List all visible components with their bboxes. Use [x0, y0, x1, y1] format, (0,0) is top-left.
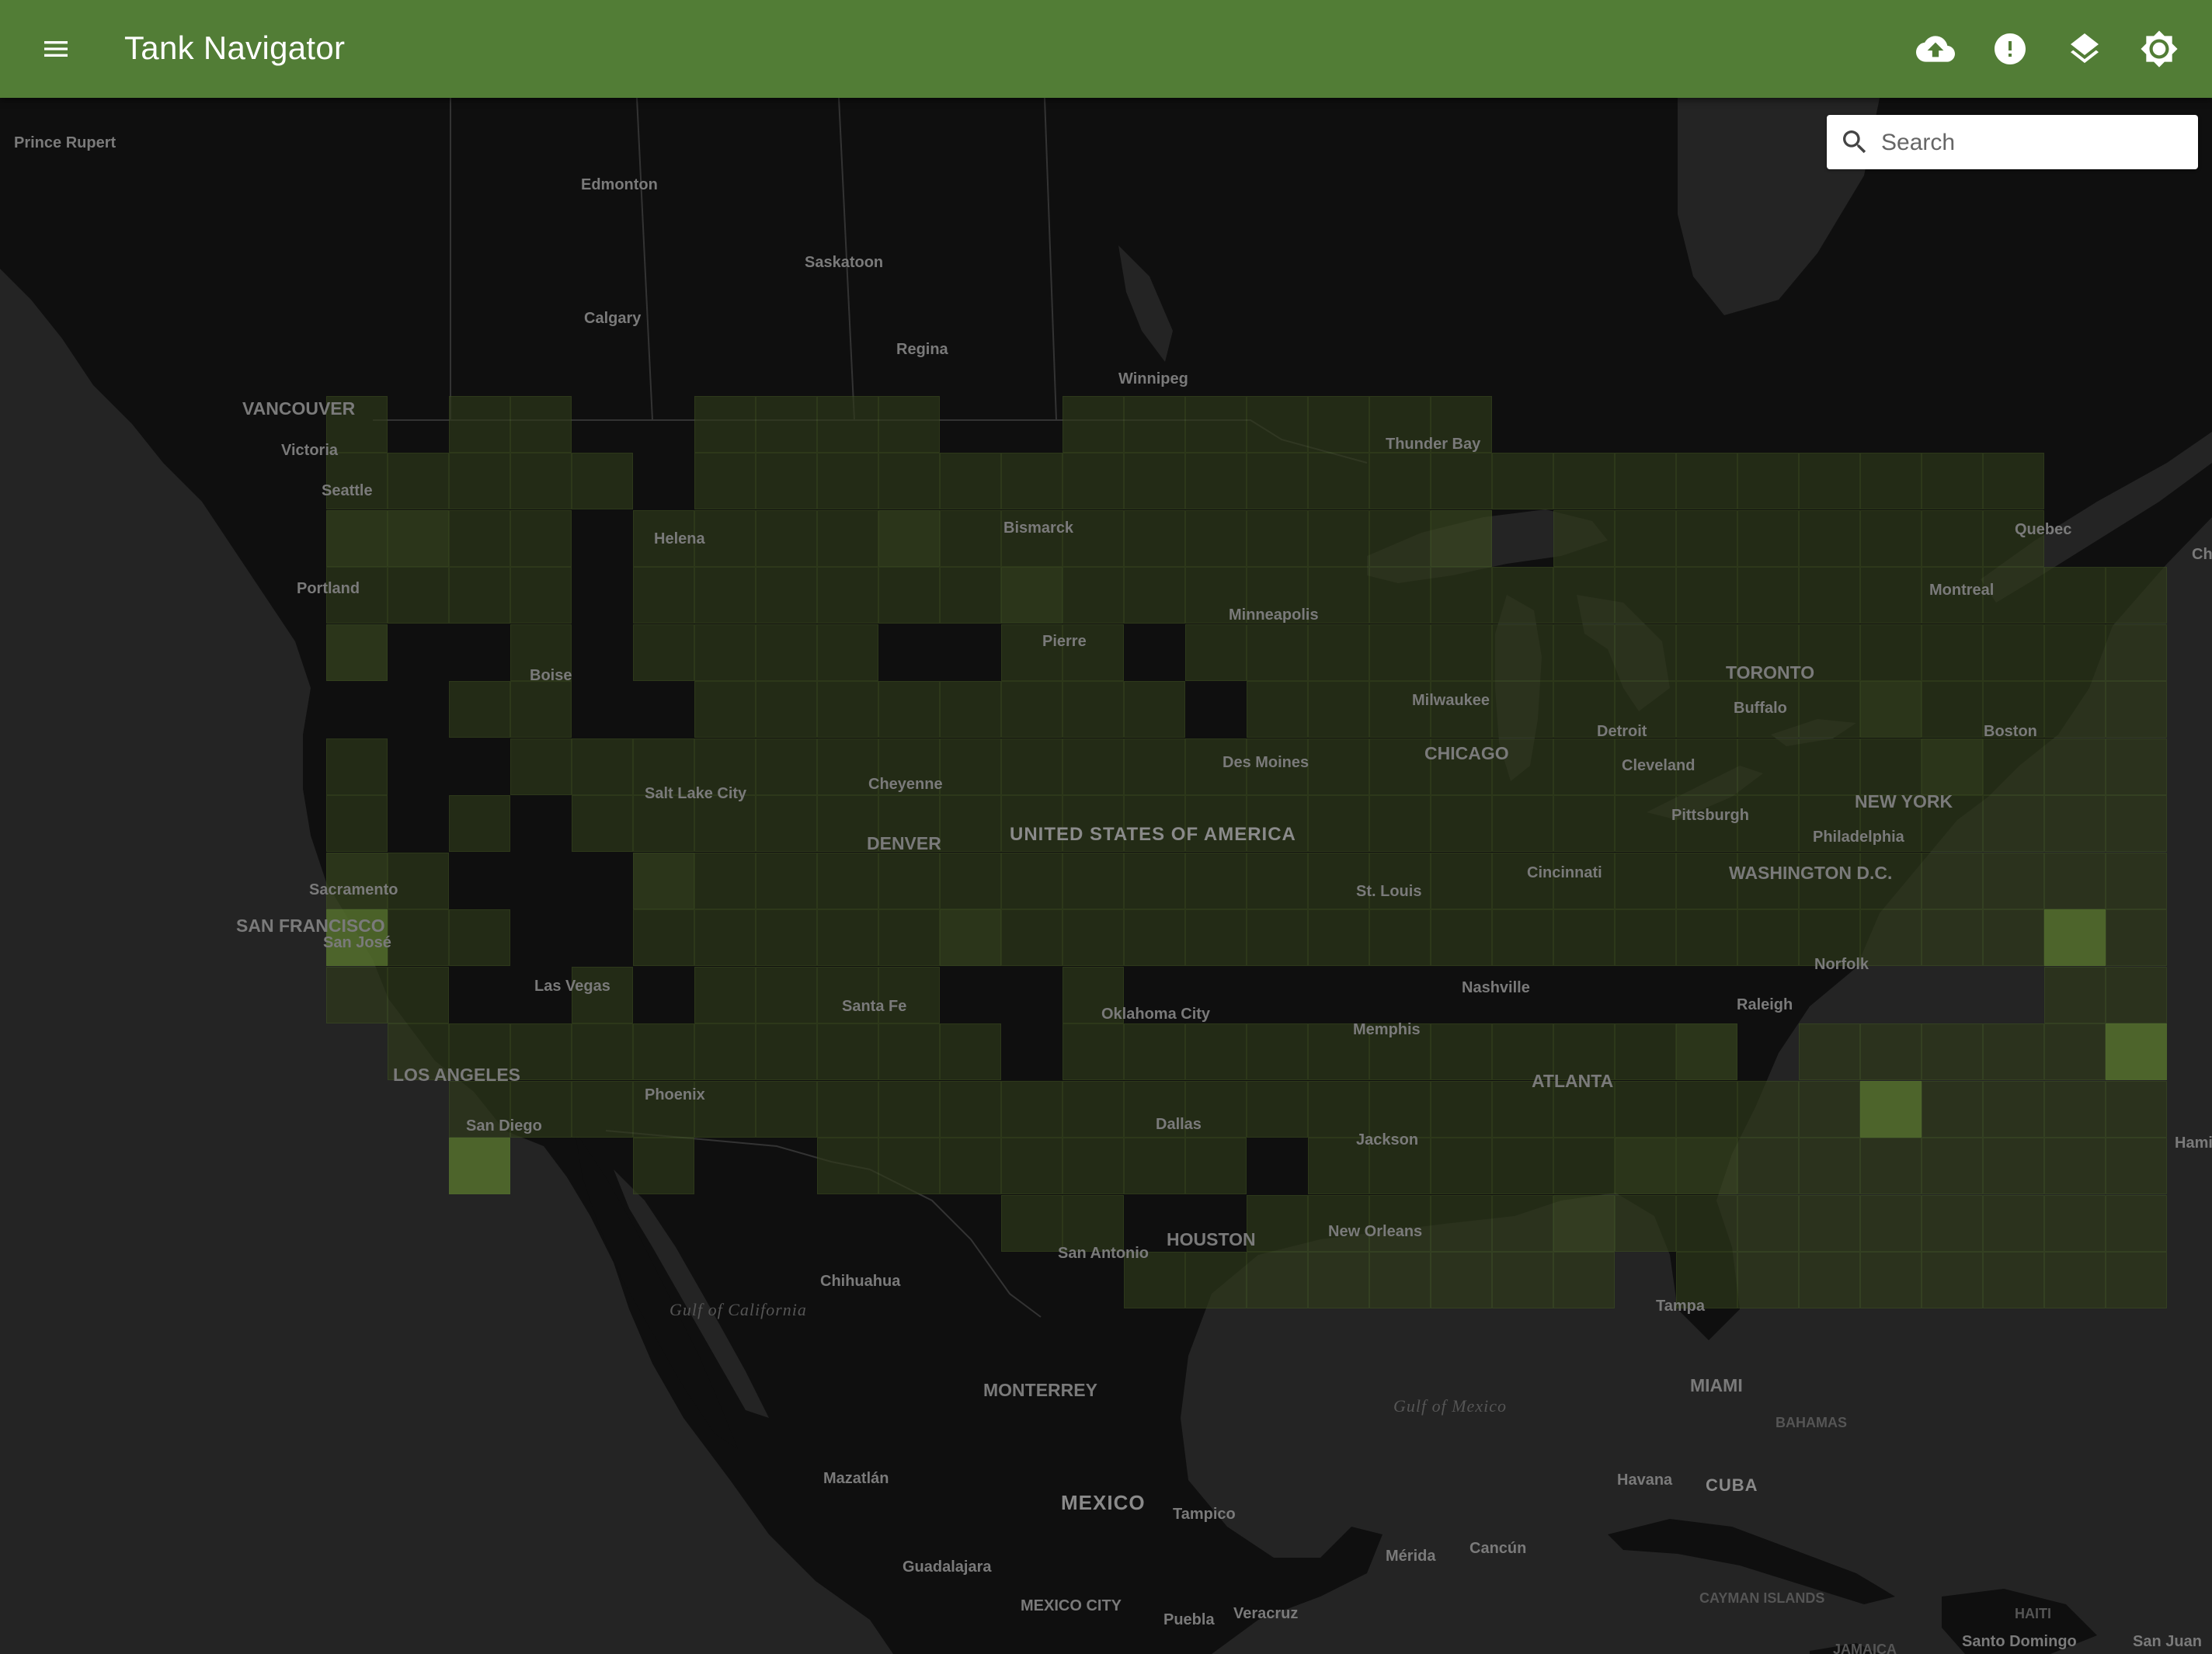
label-bahamas: BAHAMAS — [1776, 1415, 1847, 1430]
label-cheyenne: Cheyenne — [868, 776, 943, 793]
label-chi: Chi — [2192, 546, 2212, 563]
label-regina: Regina — [896, 341, 949, 358]
label-houston: HOUSTON — [1167, 1229, 1256, 1249]
label-sacramento: Sacramento — [309, 881, 398, 898]
label-victoria: Victoria — [281, 442, 339, 459]
label-pittsburgh: Pittsburgh — [1671, 807, 1749, 824]
label-mexico-city: MEXICO CITY — [1021, 1597, 1122, 1614]
label-thunder-bay: Thunder Bay — [1386, 436, 1481, 453]
label-tampa: Tampa — [1656, 1298, 1706, 1315]
map-labels: Prince Rupert Edmonton Saskatoon Calgary… — [14, 134, 2212, 1654]
label-veracruz: Veracruz — [1233, 1605, 1298, 1622]
label-puebla: Puebla — [1163, 1611, 1215, 1628]
label-santa-fe: Santa Fe — [842, 998, 906, 1015]
label-denver: DENVER — [867, 833, 941, 853]
label-calgary: Calgary — [584, 310, 642, 327]
label-monterrey: MONTERREY — [983, 1380, 1097, 1400]
label-cleveland: Cleveland — [1622, 757, 1695, 774]
label-boston: Boston — [1984, 723, 2037, 740]
label-seattle: Seattle — [322, 482, 373, 499]
label-chicago: CHICAGO — [1424, 743, 1509, 763]
label-helena: Helena — [654, 530, 705, 547]
app-bar: Tank Navigator — [0, 0, 2212, 98]
label-havana: Havana — [1617, 1472, 1673, 1489]
label-minneapolis: Minneapolis — [1229, 606, 1319, 624]
cloud-upload-icon — [1916, 36, 1955, 62]
label-milwaukee: Milwaukee — [1412, 692, 1490, 709]
alert-button[interactable] — [1983, 22, 2037, 76]
label-des-moines: Des Moines — [1223, 754, 1309, 771]
label-boise: Boise — [530, 667, 572, 684]
upload-button[interactable] — [1908, 22, 1963, 76]
label-san-antonio: San Antonio — [1058, 1245, 1149, 1262]
label-san-juan: San Juan — [2133, 1633, 2202, 1650]
label-buffalo: Buffalo — [1734, 700, 1787, 717]
label-quebec: Quebec — [2015, 521, 2071, 538]
layers-icon — [2071, 33, 2099, 64]
label-jackson: Jackson — [1356, 1131, 1418, 1148]
label-merida: Mérida — [1386, 1548, 1436, 1565]
label-toronto: TORONTO — [1726, 662, 1814, 683]
label-winnipeg: Winnipeg — [1118, 370, 1188, 387]
label-cincinnati: Cincinnati — [1527, 864, 1602, 881]
label-montreal: Montreal — [1929, 582, 1994, 599]
menu-button[interactable] — [31, 27, 81, 71]
label-detroit: Detroit — [1597, 723, 1647, 740]
label-gulf-california: Gulf of California — [670, 1300, 807, 1319]
label-usa: UNITED STATES OF AMERICA — [1010, 824, 1296, 845]
label-mazatlan: Mazatlán — [823, 1470, 889, 1487]
brightness-icon — [2141, 30, 2178, 68]
label-st-louis: St. Louis — [1356, 883, 1421, 900]
label-cayman: CAYMAN ISLANDS — [1699, 1590, 1824, 1606]
layers-button[interactable] — [2057, 22, 2112, 76]
label-phoenix: Phoenix — [645, 1086, 705, 1103]
label-cuba: CUBA — [1706, 1475, 1758, 1495]
label-new-orleans: New Orleans — [1328, 1223, 1422, 1240]
label-salt-lake-city: Salt Lake City — [645, 785, 747, 802]
label-los-angeles: LOS ANGELES — [393, 1065, 520, 1085]
search-box — [1827, 115, 2198, 171]
label-san-jose: San José — [323, 934, 391, 951]
label-philadelphia: Philadelphia — [1813, 829, 1905, 846]
label-hamilton: Hami — [2175, 1135, 2212, 1152]
label-dallas: Dallas — [1156, 1116, 1202, 1133]
label-santo-domingo: Santo Domingo — [1962, 1633, 2077, 1650]
label-las-vegas: Las Vegas — [534, 978, 610, 995]
label-jamaica: JAMAICA — [1833, 1642, 1897, 1654]
label-miami: MIAMI — [1690, 1375, 1743, 1395]
label-chihuahua: Chihuahua — [820, 1273, 901, 1290]
label-haiti: HAITI — [2015, 1606, 2051, 1621]
label-guadalajara: Guadalajara — [903, 1558, 992, 1576]
label-pierre: Pierre — [1042, 633, 1087, 650]
map-canvas[interactable]: Prince Rupert Edmonton Saskatoon Calgary… — [0, 98, 2212, 1654]
label-norfolk: Norfolk — [1814, 956, 1869, 973]
alert-circle-icon — [1995, 33, 2026, 64]
brightness-button[interactable] — [2132, 22, 2186, 76]
label-prince-rupert: Prince Rupert — [14, 134, 116, 151]
label-bismarck: Bismarck — [1003, 519, 1074, 537]
label-mexico: MEXICO — [1061, 1491, 1146, 1514]
menu-icon — [44, 41, 68, 57]
search-icon — [1843, 130, 1866, 154]
label-saskatoon: Saskatoon — [805, 254, 883, 271]
label-atlanta: ATLANTA — [1532, 1071, 1613, 1091]
label-san-francisco: SAN FRANCISCO — [236, 916, 385, 936]
label-portland: Portland — [297, 580, 360, 597]
label-oklahoma-city: Oklahoma City — [1101, 1006, 1211, 1023]
search-input[interactable] — [1880, 115, 2193, 171]
label-new-york: NEW YORK — [1855, 791, 1953, 811]
label-gulf-mexico: Gulf of Mexico — [1393, 1396, 1507, 1416]
label-cancun: Cancún — [1469, 1540, 1526, 1557]
label-edmonton: Edmonton — [581, 176, 658, 193]
label-tampico: Tampico — [1173, 1506, 1236, 1523]
label-washington: WASHINGTON D.C. — [1729, 863, 1892, 883]
label-vancouver: VANCOUVER — [242, 398, 356, 419]
label-raleigh: Raleigh — [1737, 996, 1793, 1013]
label-nashville: Nashville — [1462, 979, 1530, 996]
app-title: Tank Navigator — [124, 30, 346, 66]
label-memphis: Memphis — [1353, 1021, 1421, 1038]
label-san-diego: San Diego — [466, 1117, 542, 1135]
